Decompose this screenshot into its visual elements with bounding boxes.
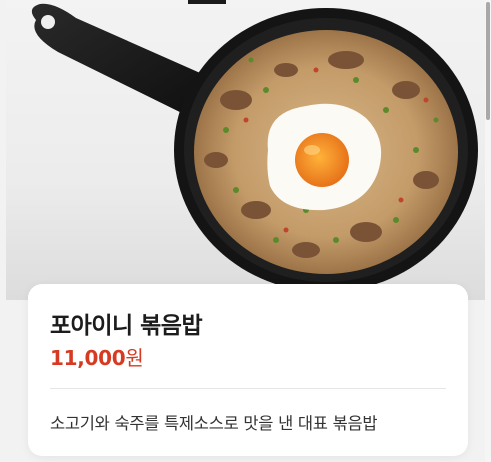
menu-item-price: 11,000원	[50, 342, 144, 371]
menu-item-description: 소고기와 숙주를 특제소스로 맛을 낸 대표 볶음밥	[50, 414, 378, 433]
scrollbar[interactable]	[485, 0, 491, 462]
menu-detail-page: 포아이니 볶음밥 11,000원 소고기와 숙주를 특제소스로 맛을 낸 대표 …	[0, 0, 491, 462]
menu-item-name: 포아이니 볶음밥	[50, 313, 203, 339]
price-amount: 11,000	[50, 346, 126, 370]
fried-rice-pan-image	[31, 3, 478, 292]
divider	[50, 388, 446, 389]
food-photo	[6, 0, 485, 300]
price-unit: 원	[125, 346, 144, 370]
scrollbar-thumb[interactable]	[486, 2, 490, 120]
menu-info-card: 포아이니 볶음밥 11,000원 소고기와 숙주를 특제소스로 맛을 낸 대표 …	[28, 284, 468, 456]
tab-indicator	[188, 0, 226, 4]
